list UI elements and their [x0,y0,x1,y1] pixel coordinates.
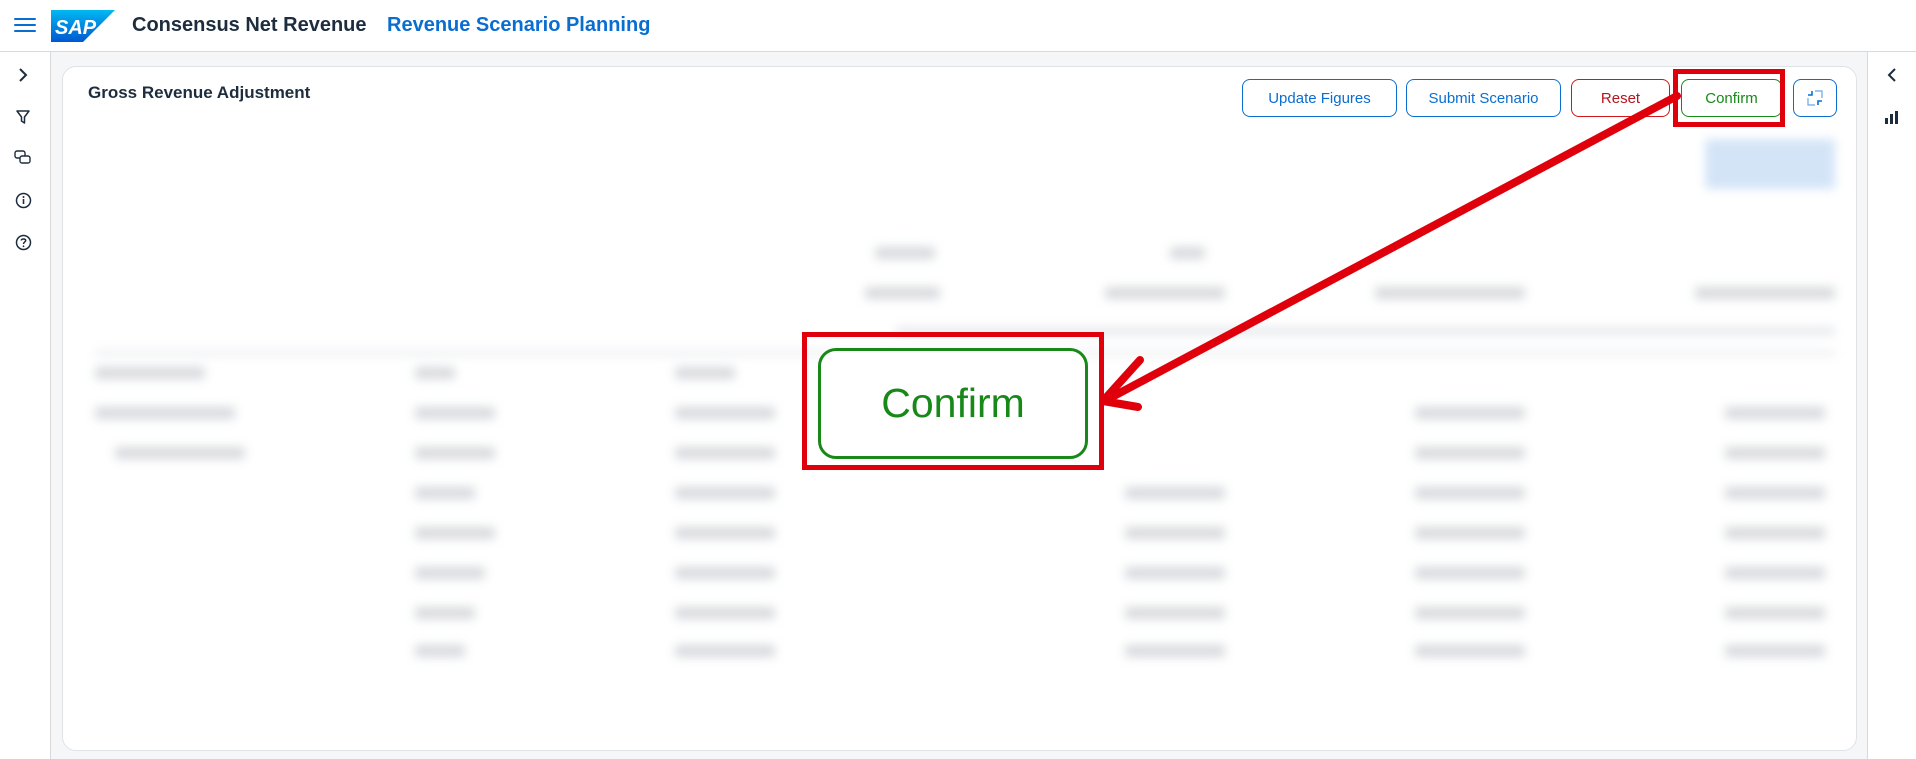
right-sidebar [1867,52,1916,759]
exit-fullscreen-button[interactable] [1793,79,1837,117]
app-title: Consensus Net Revenue [132,14,367,36]
zoomed-confirm-button: Confirm [818,348,1088,459]
chevron-left-icon[interactable] [1881,64,1903,86]
reset-button[interactable]: Reset [1571,79,1670,117]
update-figures-button[interactable]: Update Figures [1242,79,1397,117]
svg-text:SAP: SAP [55,17,97,39]
comments-icon[interactable] [12,147,34,169]
sap-logo: SAP [51,10,115,42]
filter-icon[interactable] [12,106,34,128]
left-sidebar [0,52,51,759]
highlight-box-confirm [1673,69,1785,127]
app-subtitle[interactable]: Revenue Scenario Planning [387,14,650,37]
bar-chart-icon[interactable] [1881,106,1903,128]
info-icon[interactable] [12,189,34,211]
card-title: Gross Revenue Adjustment [88,83,311,102]
help-icon[interactable] [12,231,34,253]
exit-fullscreen-icon [1807,90,1823,106]
shell-bar: SAP Consensus Net Revenue Revenue Scenar… [0,0,1916,52]
submit-scenario-button[interactable]: Submit Scenario [1406,79,1561,117]
menu-icon[interactable] [14,14,36,36]
chevron-right-icon[interactable] [12,64,34,86]
